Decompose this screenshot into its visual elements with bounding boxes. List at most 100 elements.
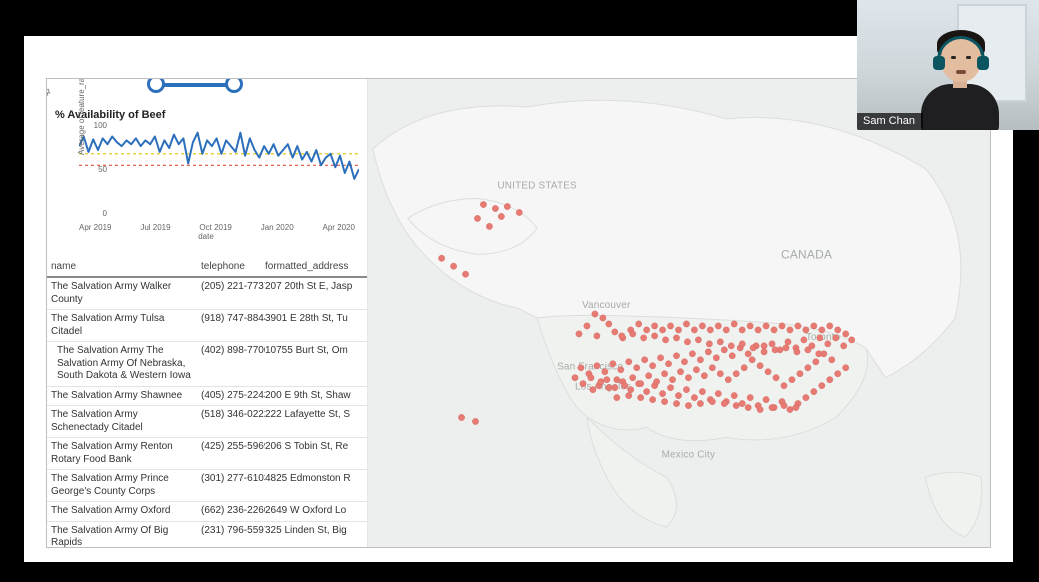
map-dot[interactable] [618,367,624,373]
map-dot[interactable] [651,323,657,329]
map-dot[interactable] [675,327,681,333]
table-row[interactable]: The Salvation Army Prince George's Count… [47,470,367,502]
map-dot[interactable] [667,384,673,390]
map-dot[interactable] [761,343,767,349]
map-dot[interactable] [783,345,789,351]
map-dot[interactable] [689,351,695,357]
map-dot[interactable] [673,400,679,406]
map-dot[interactable] [612,329,618,335]
map-dot[interactable] [841,343,847,349]
map-dot[interactable] [634,365,640,371]
map-dot[interactable] [683,386,689,392]
map-dot[interactable] [787,327,793,333]
map-dot[interactable] [683,321,689,327]
table-row[interactable]: The Salvation Army Renton Rotary Food Ba… [47,438,367,470]
map-dot[interactable] [636,321,642,327]
map-dot[interactable] [781,382,787,388]
map-dot[interactable] [681,359,687,365]
map-dot[interactable] [662,337,668,343]
map-dot[interactable] [803,394,809,400]
map-dot[interactable] [598,378,604,384]
map-dot[interactable] [715,323,721,329]
map-dot[interactable] [594,363,600,369]
map-dot[interactable] [728,343,734,349]
map-dot[interactable] [695,337,701,343]
map-dot[interactable] [816,351,822,357]
map-dot[interactable] [653,378,659,384]
map-dot[interactable] [590,386,596,392]
map-dot[interactable] [622,382,628,388]
table-row[interactable]: The Salvation Army Of Big Rapids(231) 79… [47,522,367,549]
map-dot[interactable] [661,398,667,404]
table-row[interactable]: The Salvation Army Tulsa Citadel(918) 74… [47,310,367,342]
map-dot[interactable] [772,347,778,353]
slider-handle-end[interactable] [225,78,243,93]
map-dot[interactable] [731,321,737,327]
map-dot[interactable] [787,406,793,412]
map-dot[interactable] [630,331,636,337]
map-dot[interactable] [614,376,620,382]
map-dot[interactable] [693,367,699,373]
map-dot[interactable] [677,369,683,375]
map-dot[interactable] [843,365,849,371]
map-dot[interactable] [843,331,849,337]
map-dot[interactable] [630,375,636,381]
map-dot[interactable] [747,394,753,400]
map-dot[interactable] [829,357,835,363]
map-dot[interactable] [723,327,729,333]
map-dot[interactable] [811,388,817,394]
map-dot[interactable] [659,327,665,333]
map-dot[interactable] [610,361,616,367]
map-dot[interactable] [739,400,745,406]
map-dot[interactable] [673,353,679,359]
map-dot[interactable] [729,353,735,359]
map-dot[interactable] [835,327,841,333]
map-dot[interactable] [691,327,697,333]
map-dot[interactable] [588,375,594,381]
locations-table[interactable]: name telephone formatted_address The Sal… [47,257,367,548]
map-dot[interactable] [675,392,681,398]
map-dot[interactable] [761,349,767,355]
map-dot[interactable] [813,359,819,365]
map-dot[interactable] [659,390,665,396]
map-dot[interactable] [504,203,510,209]
map-dot[interactable] [480,201,486,207]
map-dot[interactable] [645,373,651,379]
map-dot[interactable] [721,400,727,406]
map-dot[interactable] [819,327,825,333]
map-dot[interactable] [699,388,705,394]
map-dot[interactable] [709,365,715,371]
map-dot[interactable] [592,311,598,317]
map-dot[interactable] [713,355,719,361]
map-dot[interactable] [600,315,606,321]
map-dot[interactable] [848,337,854,343]
col-header-address[interactable]: formatted_address [265,261,363,272]
video-participant-tile[interactable]: Sam Chan [857,0,1039,130]
map-dot[interactable] [706,341,712,347]
map-dot[interactable] [685,402,691,408]
map-dot[interactable] [462,271,468,277]
map-dot[interactable] [785,339,791,345]
map-dot[interactable] [827,323,833,329]
map-dot[interactable] [717,371,723,377]
map-dot[interactable] [486,223,492,229]
map-dot[interactable] [643,327,649,333]
map-dot[interactable] [794,349,800,355]
map-dot[interactable] [604,376,610,382]
map-dot[interactable] [649,396,655,402]
map-dot[interactable] [707,327,713,333]
table-row[interactable]: The Salvation Army The Salvation Army Of… [47,342,367,387]
map-dot[interactable] [793,404,799,410]
map-dot[interactable] [741,365,747,371]
map-dot[interactable] [750,345,756,351]
map-dot[interactable] [638,394,644,400]
map-dot[interactable] [474,215,480,221]
map-dot[interactable] [757,406,763,412]
map-dot[interactable] [789,376,795,382]
table-row[interactable]: The Salvation Army Oxford(662) 236-22602… [47,502,367,522]
chart-availability-beef[interactable]: % Availability of Beef Average of featur… [51,109,361,257]
map-dot[interactable] [825,341,831,347]
map-dot[interactable] [584,323,590,329]
map-dot[interactable] [739,341,745,347]
map-dot[interactable] [472,418,478,424]
